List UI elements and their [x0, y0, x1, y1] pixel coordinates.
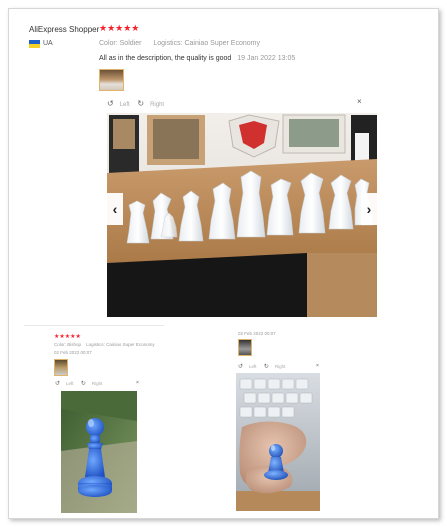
rating-stars: ★★★★★: [54, 334, 81, 340]
rotate-right-button[interactable]: Right: [92, 381, 103, 386]
rotate-right-icon[interactable]: ↻: [81, 381, 86, 387]
rotate-right-button[interactable]: Right: [275, 364, 286, 369]
review-photo-large: ‹ ›: [107, 113, 377, 317]
rotate-left-icon[interactable]: ↺: [238, 364, 243, 370]
review-date: 02 Feb 2022 00:07: [238, 331, 276, 336]
logistics-value: Cainiao Super Economy: [184, 40, 260, 47]
review-attributes: Color: Soldier Logistics: Cainiao Super …: [99, 40, 260, 47]
image-viewer-toolbar: ↺ Left ↻ Right: [107, 99, 367, 108]
rotate-left-button[interactable]: Left: [120, 102, 130, 108]
rotate-right-icon[interactable]: ↻: [137, 99, 144, 108]
ukraine-flag-icon: [29, 40, 40, 48]
review-main: AliExpress Shopper ★★★★★ UA Color: Soldi…: [9, 9, 438, 329]
chevron-left-icon[interactable]: ‹: [107, 193, 123, 225]
image-viewer-toolbar: ↺ Left ↻ Right: [238, 363, 322, 370]
rotate-right-button[interactable]: Right: [150, 102, 164, 108]
logistics-value: Cainiao Super Economy: [106, 342, 155, 347]
rotate-right-icon[interactable]: ↻: [264, 364, 269, 370]
close-icon[interactable]: ×: [136, 380, 139, 386]
image-viewer-toolbar: ↺ Left ↻ Right: [55, 380, 143, 387]
rotate-left-button[interactable]: Left: [66, 381, 74, 386]
photo-thumbnail[interactable]: [99, 69, 124, 91]
review-photo-pawn: [236, 373, 320, 511]
review-attributes: Color: Bishop Logistics: Cainiao Super E…: [54, 342, 155, 347]
comment-text: All as in the description, the quality i…: [99, 55, 232, 62]
photo-thumbnail[interactable]: [238, 339, 252, 356]
review-card-right: 02 Feb 2022 00:07 ↺ Left ↻ Right ×: [224, 325, 324, 515]
reviewer-name: AliExpress Shopper: [29, 25, 100, 34]
divider: [24, 325, 164, 326]
review-comment: All as in the description, the quality i…: [99, 55, 295, 62]
logistics-label: Logistics:: [153, 40, 183, 47]
color-label: Color:: [54, 342, 67, 347]
review-date: 02 Feb 2022 00:07: [54, 350, 92, 355]
chess-pieces-photo: [107, 113, 377, 317]
reviewer-country: UA: [43, 40, 53, 47]
rotate-left-icon[interactable]: ↺: [55, 381, 60, 387]
review-photo-bishop: [61, 391, 137, 513]
close-icon[interactable]: ×: [316, 363, 319, 369]
color-value: Bishop: [67, 342, 82, 347]
rotate-left-icon[interactable]: ↺: [107, 99, 114, 108]
rating-stars: ★★★★★: [99, 23, 140, 33]
color-label: Color:: [99, 40, 118, 47]
review-date: 19 Jan 2022 13:05: [237, 55, 296, 62]
chevron-right-icon[interactable]: ›: [361, 193, 377, 225]
screenshot-frame: AliExpress Shopper ★★★★★ UA Color: Soldi…: [8, 8, 439, 519]
review-card-left: ★★★★★ Color: Bishop Logistics: Cainiao S…: [24, 325, 179, 515]
rotate-left-button[interactable]: Left: [249, 364, 257, 369]
color-value: Soldier: [119, 40, 142, 47]
close-icon[interactable]: ×: [357, 97, 362, 106]
blue-pawn-in-hand-photo: [236, 373, 320, 511]
photo-thumbnail[interactable]: [54, 359, 68, 376]
blue-bishop-photo: [61, 391, 137, 513]
logistics-label: Logistics:: [86, 342, 105, 347]
